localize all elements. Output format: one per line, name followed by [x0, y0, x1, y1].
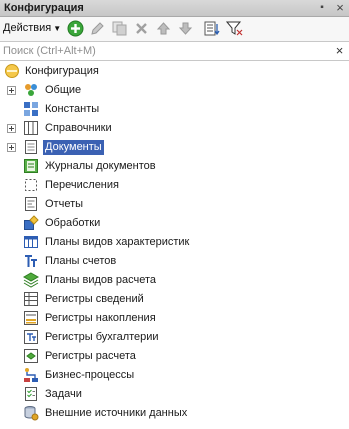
search-bar: × [0, 41, 349, 61]
tree-item-business-processes[interactable]: Бизнес-процессы [0, 366, 349, 385]
filter-icon[interactable] [226, 20, 243, 37]
tree-item-document-journals[interactable]: Журналы документов [0, 157, 349, 176]
delete-icon[interactable] [133, 20, 150, 37]
data-processors-icon [23, 215, 39, 231]
tree-item-label: Отчеты [45, 198, 84, 210]
tree-item-reports[interactable]: Отчеты [0, 195, 349, 214]
chart-of-calculation-types-icon [23, 272, 39, 288]
tree-item-label: Регистры сведений [45, 293, 144, 305]
tree-root-configuration[interactable]: Конфигурация [0, 62, 349, 81]
constants-icon [23, 101, 39, 117]
accounting-registers-icon [23, 329, 39, 345]
tree-item-documents[interactable]: Документы [0, 138, 349, 157]
tree-item-label: Справочники [45, 122, 112, 134]
move-down-icon[interactable] [177, 20, 194, 37]
document-journals-icon [23, 158, 39, 174]
chevron-down-icon: ▼ [53, 24, 62, 33]
tree-item-chart-of-characteristic-types[interactable]: Планы видов характеристик [0, 233, 349, 252]
tree-item-label: Бизнес-процессы [45, 369, 135, 381]
actions-menu-button[interactable]: Действия ▼ [3, 22, 61, 34]
chart-of-accounts-icon [23, 253, 39, 269]
tree-item-label: Регистры бухгалтерии [45, 331, 159, 343]
tree-item-catalogs[interactable]: Справочники [0, 119, 349, 138]
tree-item-calculation-registers[interactable]: Регистры расчета [0, 347, 349, 366]
toolbar: Действия ▼ [0, 17, 349, 41]
accumulation-registers-icon [23, 310, 39, 326]
tree-item-label: Внешние источники данных [45, 407, 188, 419]
tree-item-label: Константы [45, 103, 100, 115]
search-input[interactable] [0, 42, 331, 60]
calculation-registers-icon [23, 348, 39, 364]
tree-item-data-processors[interactable]: Обработки [0, 214, 349, 233]
tree-item-label: Регистры накопления [45, 312, 156, 324]
add-icon[interactable] [67, 20, 84, 37]
tree-item-common[interactable]: Общие [0, 81, 349, 100]
sort-icon[interactable] [203, 20, 220, 37]
chart-of-characteristic-types-icon [23, 234, 39, 250]
tree-item-constants[interactable]: Константы [0, 100, 349, 119]
tree-item-enumerations[interactable]: Перечисления [0, 176, 349, 195]
configuration-icon [4, 63, 20, 79]
expand-icon[interactable] [7, 124, 16, 133]
tree-item-information-registers[interactable]: Регистры сведений [0, 290, 349, 309]
expand-icon[interactable] [7, 86, 16, 95]
reports-icon [23, 196, 39, 212]
clear-search-icon[interactable]: × [332, 43, 347, 58]
copy-icon[interactable] [111, 20, 128, 37]
tree-item-label: Регистры расчета [45, 350, 136, 362]
enumerations-icon [23, 177, 39, 193]
tree-item-label: Журналы документов [45, 160, 156, 172]
tree-item-label: Планы счетов [45, 255, 117, 267]
tree-item-label: Перечисления [45, 179, 119, 191]
tasks-icon [23, 386, 39, 402]
panel-title-bar: Конфигурация ▪ × [0, 0, 349, 17]
edit-icon[interactable] [89, 20, 106, 37]
external-data-sources-icon [23, 405, 39, 421]
tree-item-external-data-sources[interactable]: Внешние источники данных [0, 404, 349, 423]
actions-label: Действия [3, 22, 52, 34]
tree-item-label: Планы видов расчета [45, 274, 157, 286]
pin-icon[interactable]: ▪ [316, 1, 328, 14]
tree-item-tasks[interactable]: Задачи [0, 385, 349, 404]
tree-item-chart-of-calculation-types[interactable]: Планы видов расчета [0, 271, 349, 290]
tree-item-label: Общие [45, 84, 82, 96]
panel-title: Конфигурация [4, 2, 84, 14]
move-up-icon[interactable] [155, 20, 172, 37]
expand-icon[interactable] [7, 143, 16, 152]
tree-item-accounting-registers[interactable]: Регистры бухгалтерии [0, 328, 349, 347]
business-processes-icon [23, 367, 39, 383]
tree-item-accumulation-registers[interactable]: Регистры накопления [0, 309, 349, 328]
information-registers-icon [23, 291, 39, 307]
tree-item-chart-of-accounts[interactable]: Планы счетов [0, 252, 349, 271]
documents-icon [23, 139, 39, 155]
tree-item-label: Документы [43, 140, 104, 155]
tree-item-label: Планы видов характеристик [45, 236, 190, 248]
catalogs-icon [23, 120, 39, 136]
tree-root-label: Конфигурация [25, 65, 99, 77]
tree-item-label: Задачи [45, 388, 82, 400]
common-icon [23, 82, 39, 98]
tree-item-label: Обработки [45, 217, 101, 229]
close-icon[interactable]: × [334, 1, 346, 14]
